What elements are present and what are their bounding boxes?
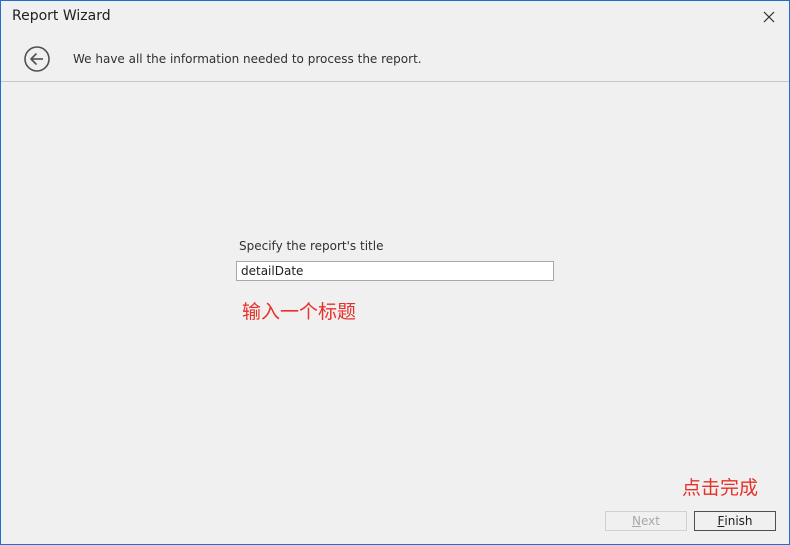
header-message: We have all the information needed to pr… [73,52,422,66]
report-title-input[interactable] [236,261,554,281]
finish-button[interactable]: Finish [694,511,776,531]
annotation-click-finish: 点击完成 [682,477,759,499]
report-wizard-window: Report Wizard We have all the informatio… [0,0,790,545]
next-button-mnemonic: N [632,514,641,528]
next-button[interactable]: Next [605,511,687,531]
close-button[interactable] [759,7,779,27]
back-button[interactable] [23,45,51,73]
wizard-header: We have all the information needed to pr… [1,33,789,82]
annotation-enter-title: 输入一个标题 [242,301,357,323]
report-title-label: Specify the report's title [239,239,384,253]
close-icon [763,11,775,23]
finish-button-mnemonic: F [717,514,725,528]
back-arrow-icon [24,46,50,72]
next-button-label: ext [641,514,660,528]
title-bar: Report Wizard [1,1,789,33]
finish-button-label: inish [724,514,753,528]
window-title: Report Wizard [12,8,111,24]
